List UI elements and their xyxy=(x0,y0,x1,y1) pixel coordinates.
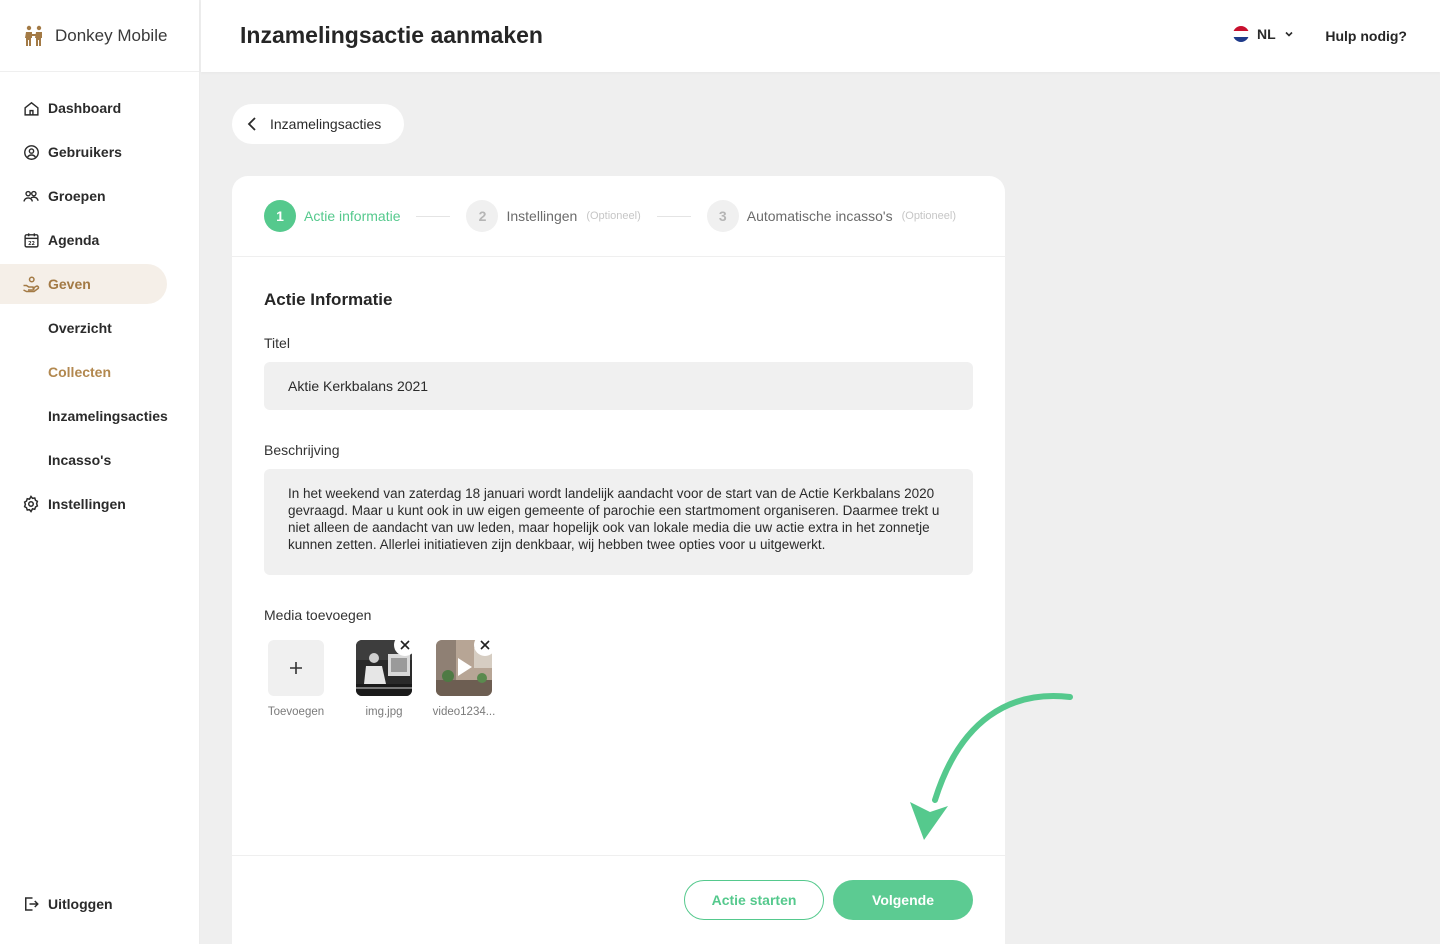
section-title: Actie Informatie xyxy=(264,290,393,309)
sidebar-item-label: Geven xyxy=(48,276,91,292)
stepper: 1 Actie informatie 2 Instellingen (Optio… xyxy=(232,176,1005,257)
logout-button[interactable]: Uitloggen xyxy=(0,884,113,924)
description-textarea[interactable]: In het weekend van zaterdag 18 januari w… xyxy=(264,469,973,575)
remove-media-button[interactable] xyxy=(394,634,416,656)
sidebar-item-agenda[interactable]: 22 Agenda xyxy=(0,220,200,260)
media-caption: img.jpg xyxy=(365,706,403,718)
media-add-item: Toevoegen xyxy=(260,640,332,718)
annotation-arrow-icon xyxy=(910,693,1073,840)
step-number: 3 xyxy=(706,200,739,232)
language-selector[interactable]: NL xyxy=(1233,26,1294,42)
language-label: NL xyxy=(1257,26,1276,42)
back-label: Inzamelingsacties xyxy=(270,116,382,132)
chevron-left-icon xyxy=(246,116,258,132)
svg-text:22: 22 xyxy=(28,240,35,246)
step-optional: (Optioneel) xyxy=(586,210,641,222)
donkey-logo-icon xyxy=(25,25,42,46)
sidebar-item-label: Inzamelingsacties xyxy=(48,408,168,424)
step-3[interactable]: 3 Automatische incasso's (Optioneel) xyxy=(706,200,957,232)
logout-icon xyxy=(22,895,40,913)
sidebar-item-instellingen[interactable]: Instellingen xyxy=(0,484,200,524)
sidebar-item-label: Groepen xyxy=(48,188,106,204)
add-media-button[interactable] xyxy=(268,640,324,696)
group-icon xyxy=(22,187,40,205)
form-card: 1 Actie informatie 2 Instellingen (Optio… xyxy=(232,176,1005,944)
brand-name: Donkey Mobile xyxy=(55,25,168,45)
top-header: Inzamelingsactie aanmaken NL Hulp nodig? xyxy=(201,0,1440,72)
sidebar-item-label: Collecten xyxy=(48,364,112,380)
media-item: img.jpg xyxy=(344,634,424,718)
sidebar-item-collecten[interactable]: Collecten xyxy=(0,352,200,392)
card-footer: Actie starten Volgende xyxy=(232,855,1005,944)
title-input[interactable]: Aktie Kerkbalans 2021 xyxy=(264,362,973,410)
sidebar: Donkey Mobile Dashboard Gebruikers Groep… xyxy=(0,0,200,944)
next-button[interactable]: Volgende xyxy=(833,880,973,920)
sidebar-item-inzamelingsacties[interactable]: Inzamelingsacties xyxy=(0,396,200,436)
step-number: 1 xyxy=(264,200,296,232)
sidebar-item-groepen[interactable]: Groepen xyxy=(0,176,200,216)
sidebar-item-label: Instellingen xyxy=(48,496,126,512)
sidebar-item-label: Agenda xyxy=(48,232,100,248)
brand[interactable]: Donkey Mobile xyxy=(0,0,199,72)
step-divider xyxy=(656,215,691,217)
media-item: video1234... xyxy=(424,634,504,718)
sidebar-item-label: Gebruikers xyxy=(48,144,122,160)
close-icon xyxy=(480,640,490,650)
sidebar-item-label: Overzicht xyxy=(48,320,112,336)
media-label: Media toevoegen xyxy=(264,607,372,623)
page-title: Inzamelingsactie aanmaken xyxy=(240,22,543,48)
description-label: Beschrijving xyxy=(264,442,340,458)
media-caption: Toevoegen xyxy=(267,706,325,718)
sidebar-nav: Dashboard Gebruikers Groepen 22 Agenda G… xyxy=(0,88,200,528)
sidebar-item-label: Incasso's xyxy=(48,452,112,468)
gear-icon xyxy=(22,495,40,513)
plus-icon xyxy=(290,662,302,674)
close-icon xyxy=(400,640,410,650)
remove-media-button[interactable] xyxy=(474,634,496,656)
media-caption: video1234... xyxy=(432,706,496,718)
help-link[interactable]: Hulp nodig? xyxy=(1325,28,1407,44)
step-number: 2 xyxy=(466,200,499,232)
sidebar-item-geven[interactable]: Geven xyxy=(0,264,167,304)
chevron-down-icon xyxy=(1284,29,1294,39)
step-2[interactable]: 2 Instellingen (Optioneel) xyxy=(466,200,641,232)
back-button[interactable]: Inzamelingsacties xyxy=(232,104,404,144)
user-circle-icon xyxy=(22,143,40,161)
dutch-flag-icon xyxy=(1233,26,1249,42)
sidebar-item-dashboard[interactable]: Dashboard xyxy=(0,88,200,128)
giving-hand-icon xyxy=(22,275,40,293)
step-divider xyxy=(416,215,451,217)
sidebar-item-gebruikers[interactable]: Gebruikers xyxy=(0,132,200,172)
logout-label: Uitloggen xyxy=(48,896,113,912)
calendar-icon: 22 xyxy=(22,231,40,249)
media-list: Toevoegen img.jpg video1234... xyxy=(264,634,504,718)
sidebar-item-label: Dashboard xyxy=(48,100,122,116)
sidebar-item-overzicht[interactable]: Overzicht xyxy=(0,308,200,348)
home-icon xyxy=(22,99,40,117)
start-action-button[interactable]: Actie starten xyxy=(684,880,824,920)
sidebar-item-incassos[interactable]: Incasso's xyxy=(0,440,200,480)
title-label: Titel xyxy=(264,335,290,351)
step-1[interactable]: 1 Actie informatie xyxy=(264,200,400,232)
step-label: Automatische incasso's xyxy=(746,208,893,224)
step-label: Actie informatie xyxy=(304,208,401,224)
step-optional: (Optioneel) xyxy=(901,210,957,222)
step-label: Instellingen xyxy=(506,208,578,224)
